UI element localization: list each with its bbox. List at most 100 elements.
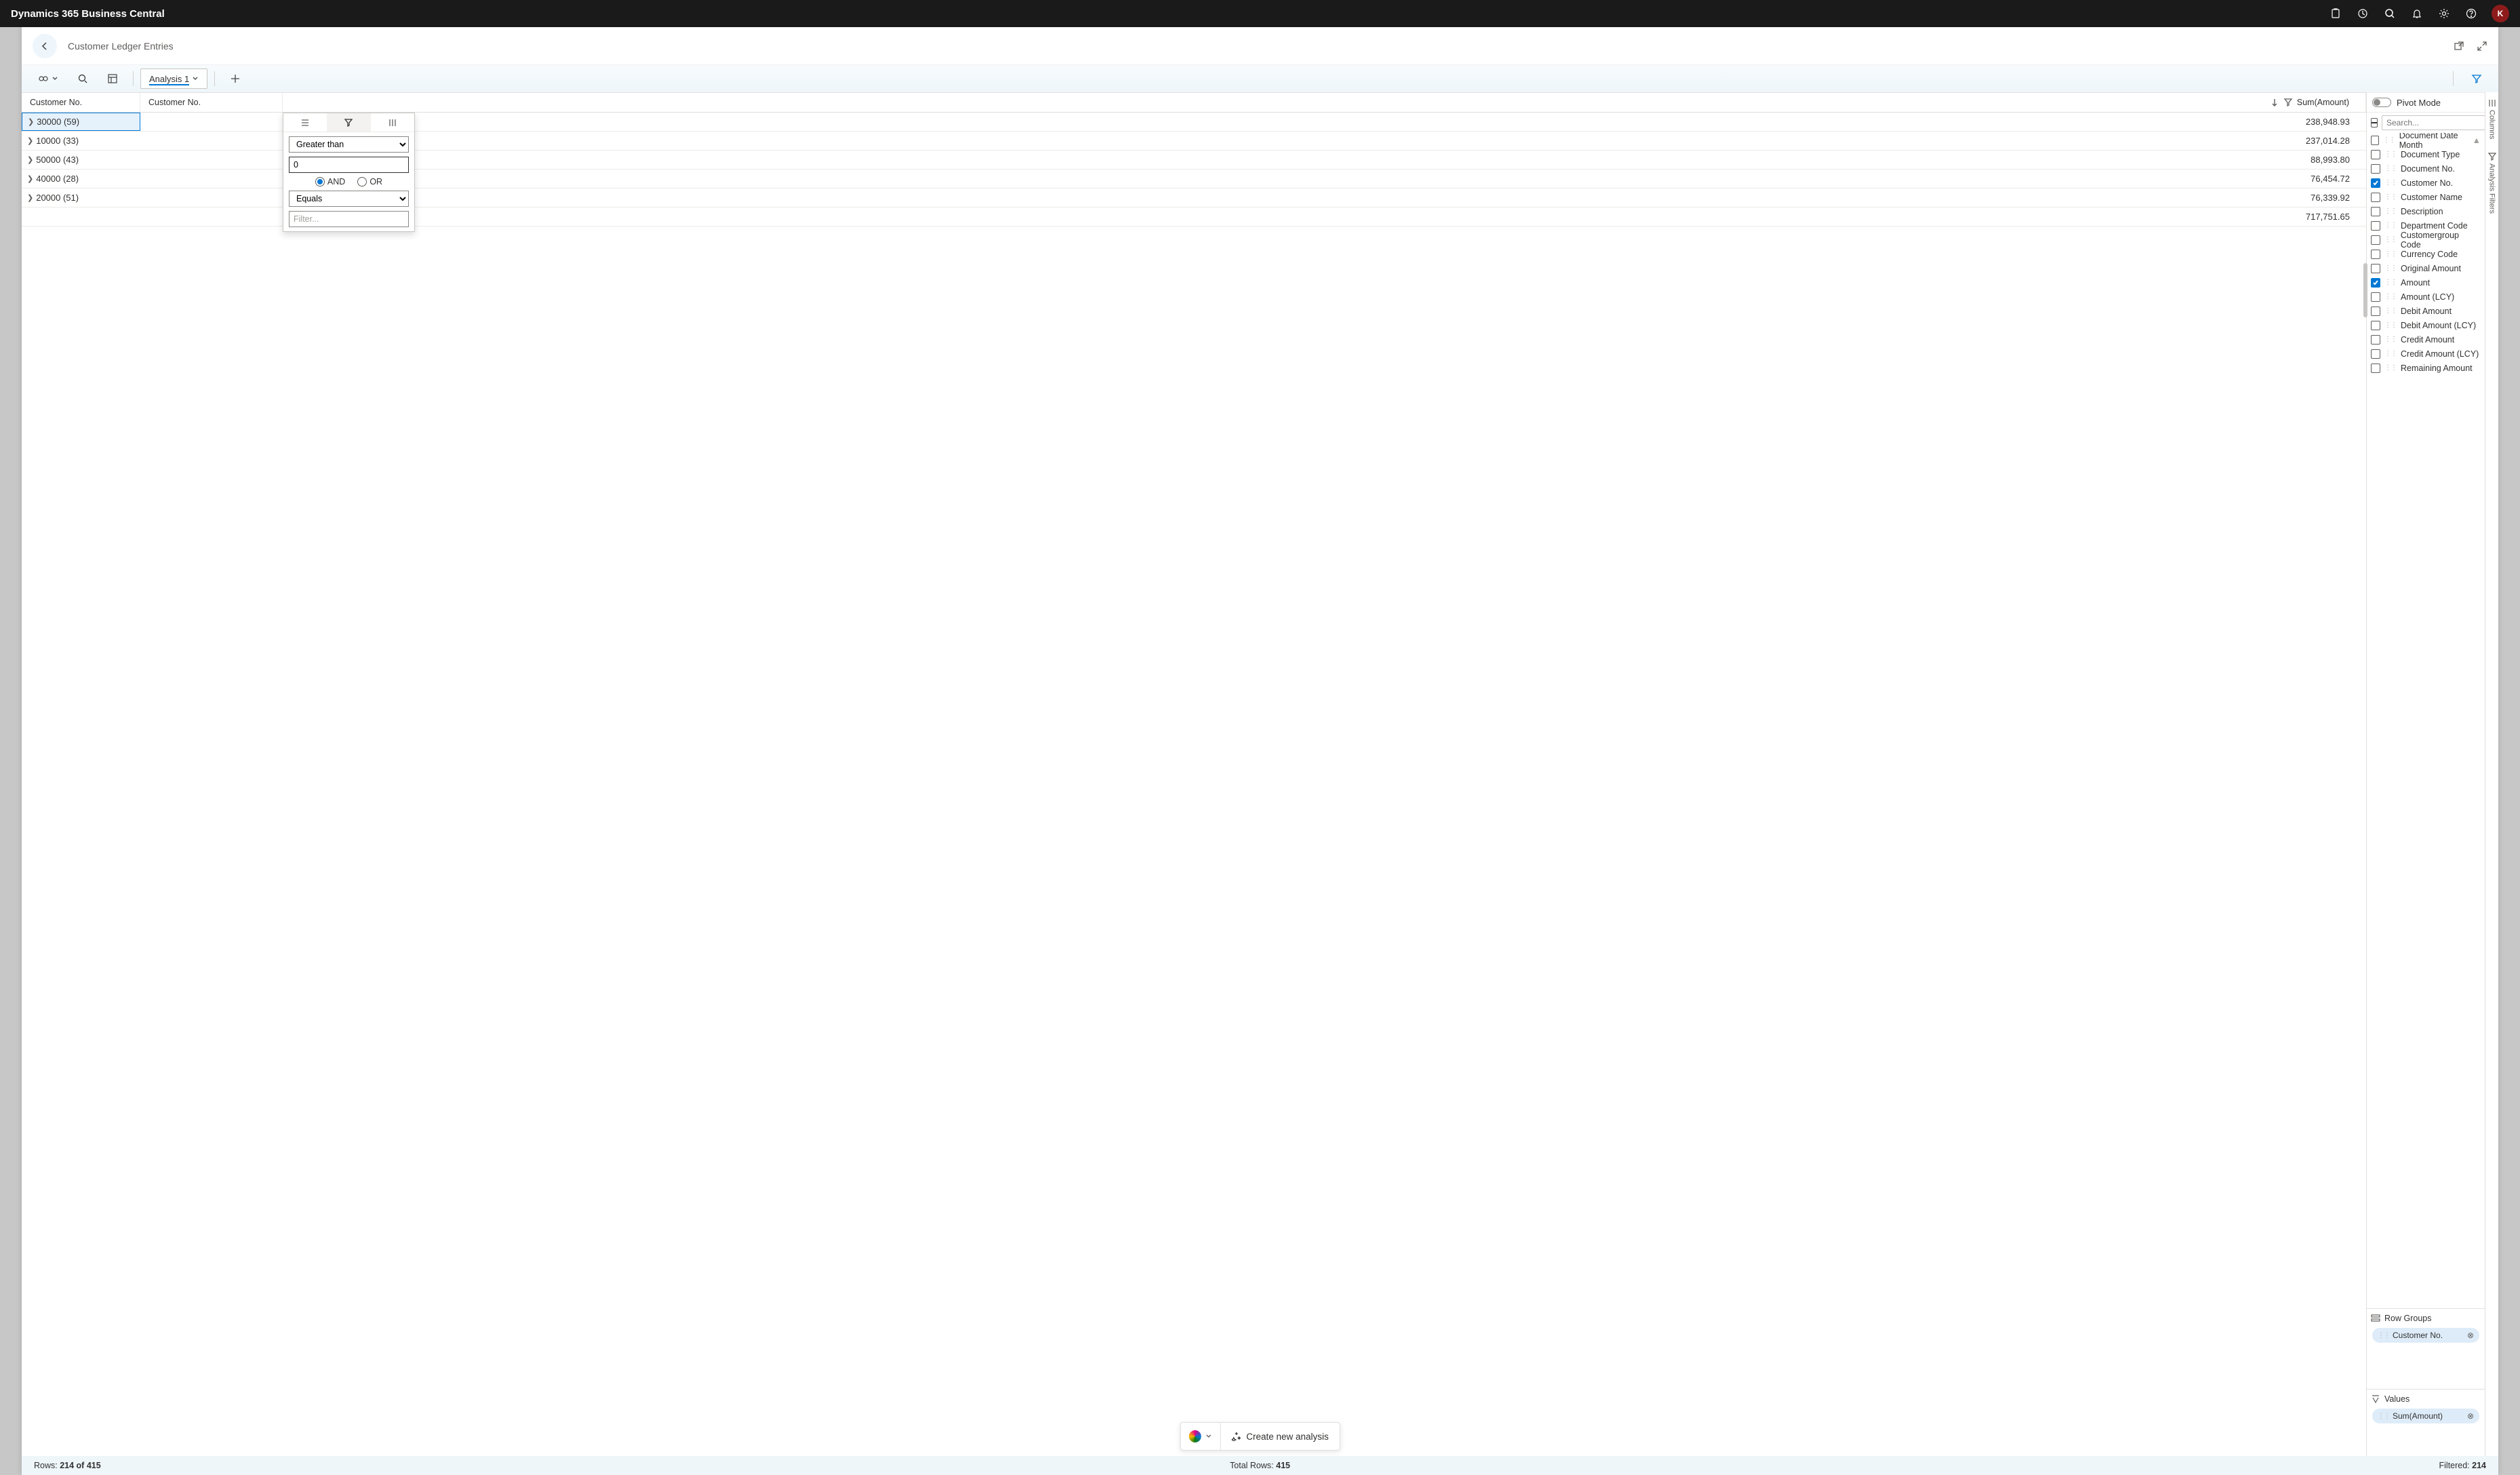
- field-checkbox[interactable]: [2371, 136, 2379, 145]
- field-checkbox[interactable]: [2371, 363, 2380, 373]
- field-row[interactable]: ⋮⋮Description: [2369, 204, 2482, 218]
- header-customer-no[interactable]: Customer No.: [140, 93, 283, 112]
- drag-handle-icon[interactable]: ⋮⋮: [2384, 336, 2397, 343]
- drag-handle-icon[interactable]: ⋮⋮: [2384, 208, 2397, 215]
- field-checkbox[interactable]: [2371, 178, 2380, 188]
- grid-rows: Greater than AND OR Equals: [22, 113, 2366, 1456]
- bell-icon[interactable]: [2410, 7, 2424, 20]
- expand-row-icon[interactable]: ❯: [27, 174, 33, 183]
- field-checkbox[interactable]: [2371, 292, 2380, 302]
- row-groups-chip[interactable]: ⋮⋮Customer No. ⊗: [2372, 1328, 2479, 1343]
- drag-handle-icon[interactable]: ⋮⋮: [2384, 364, 2397, 372]
- sort-desc-icon: [2270, 98, 2279, 107]
- remove-value-icon[interactable]: ⊗: [2467, 1411, 2474, 1421]
- field-row[interactable]: ⋮⋮Credit Amount: [2369, 332, 2482, 347]
- add-tab-button[interactable]: [222, 68, 249, 89]
- header-sum-amount[interactable]: Sum(Amount): [283, 93, 2366, 112]
- help-icon[interactable]: [2464, 7, 2478, 20]
- layout-icon[interactable]: [99, 68, 126, 89]
- field-checkbox[interactable]: [2371, 264, 2380, 273]
- field-row[interactable]: ⋮⋮Original Amount: [2369, 261, 2482, 275]
- field-checkbox[interactable]: [2371, 250, 2380, 259]
- field-row[interactable]: ⋮⋮Debit Amount (LCY): [2369, 318, 2482, 332]
- drag-handle-icon[interactable]: ⋮⋮: [2384, 264, 2397, 272]
- values-chip[interactable]: ⋮⋮Sum(Amount) ⊗: [2372, 1409, 2479, 1423]
- rail-tab-filters[interactable]: Analysis Filters: [2488, 149, 2496, 218]
- filter-tab-menu[interactable]: [283, 113, 327, 132]
- field-row[interactable]: ⋮⋮Amount: [2369, 275, 2482, 290]
- field-row[interactable]: ⋮⋮Debit Amount: [2369, 304, 2482, 318]
- field-checkbox[interactable]: [2371, 335, 2380, 345]
- field-checkbox[interactable]: [2371, 307, 2380, 316]
- field-row[interactable]: ⋮⋮Customergroup Code: [2369, 233, 2482, 247]
- drag-handle-icon[interactable]: ⋮⋮: [2384, 321, 2397, 329]
- drag-handle-icon[interactable]: ⋮⋮: [2384, 279, 2397, 286]
- field-label: Customer Name: [2401, 193, 2462, 202]
- field-row[interactable]: ⋮⋮ Amount (LCY): [2369, 290, 2482, 304]
- copilot-button[interactable]: [1180, 1423, 1220, 1450]
- avatar[interactable]: K: [2492, 5, 2509, 22]
- field-checkbox[interactable]: [2371, 321, 2380, 330]
- gear-icon[interactable]: [2437, 7, 2451, 20]
- filter-tab-columns[interactable]: [371, 113, 414, 132]
- expand-row-icon[interactable]: ❯: [27, 136, 33, 145]
- drag-handle-icon[interactable]: ⋮⋮: [2384, 222, 2397, 229]
- field-checkbox[interactable]: [2371, 207, 2380, 216]
- drag-handle-icon[interactable]: ⋮⋮: [2384, 151, 2397, 158]
- drag-handle-icon[interactable]: ⋮⋮: [2384, 350, 2397, 357]
- filter-op2-select[interactable]: Equals: [289, 191, 409, 207]
- filter-op1-select[interactable]: Greater than: [289, 136, 409, 153]
- field-checkbox[interactable]: [2371, 164, 2380, 174]
- fields-search-input[interactable]: [2382, 115, 2496, 130]
- tab-analysis-1[interactable]: Analysis 1: [140, 68, 207, 89]
- copilot-menu[interactable]: [30, 68, 66, 89]
- filter-tab-filter[interactable]: [327, 113, 370, 132]
- remove-row-group-icon[interactable]: ⊗: [2467, 1331, 2474, 1340]
- clipboard-icon[interactable]: [2329, 7, 2342, 20]
- drag-handle-icon[interactable]: ⋮⋮: [2383, 136, 2395, 144]
- drag-handle-icon[interactable]: ⋮⋮: [2384, 307, 2397, 315]
- panel-scrollbar[interactable]: [2363, 263, 2367, 317]
- header-group-by[interactable]: Customer No.: [22, 93, 140, 112]
- toolbar-search-icon[interactable]: [69, 68, 96, 89]
- drag-handle-icon[interactable]: ⋮⋮: [2384, 179, 2397, 186]
- drag-handle-icon[interactable]: ⋮⋮: [2384, 250, 2397, 258]
- popout-icon[interactable]: [2454, 41, 2464, 52]
- column-headers: Customer No. Customer No. Sum(Amount): [22, 92, 2366, 113]
- field-row[interactable]: ⋮⋮Document Date Month▲: [2369, 133, 2482, 147]
- back-button[interactable]: [33, 34, 57, 58]
- expand-row-icon[interactable]: ❯: [27, 193, 33, 202]
- row-groups-title: Row Groups: [2384, 1314, 2431, 1323]
- field-row[interactable]: ⋮⋮Remaining Amount: [2369, 361, 2482, 375]
- field-checkbox[interactable]: [2371, 349, 2380, 359]
- field-label: Amount (LCY): [2401, 292, 2454, 302]
- filter-toggle-icon[interactable]: [2463, 68, 2490, 89]
- fields-collapse-checkbox[interactable]: [2371, 118, 2378, 127]
- filter-val1-input[interactable]: [289, 157, 409, 173]
- expand-row-icon[interactable]: ❯: [28, 117, 34, 126]
- filter-val2-input[interactable]: [289, 211, 409, 227]
- search-icon[interactable]: [2383, 7, 2397, 20]
- filter-logic-and[interactable]: AND: [315, 177, 345, 186]
- field-row[interactable]: ⋮⋮Customer No.: [2369, 176, 2482, 190]
- field-checkbox[interactable]: [2371, 278, 2380, 288]
- field-row[interactable]: ⋮⋮Document No.: [2369, 161, 2482, 176]
- drag-handle-icon[interactable]: ⋮⋮: [2384, 236, 2397, 243]
- expand-row-icon[interactable]: ❯: [27, 155, 33, 164]
- collapse-icon[interactable]: [2477, 41, 2487, 52]
- drag-handle-icon[interactable]: ⋮⋮: [2384, 165, 2397, 172]
- create-new-analysis-button[interactable]: Create new analysis: [1220, 1423, 1340, 1450]
- field-checkbox[interactable]: [2371, 221, 2380, 231]
- field-checkbox[interactable]: [2371, 193, 2380, 202]
- drag-handle-icon[interactable]: ⋮⋮: [2384, 293, 2397, 300]
- filter-logic-or[interactable]: OR: [357, 177, 382, 186]
- activity-icon[interactable]: [2356, 7, 2369, 20]
- field-checkbox[interactable]: [2371, 150, 2380, 159]
- pivot-mode-toggle[interactable]: [2372, 98, 2391, 107]
- rail-tab-columns[interactable]: Columns: [2488, 95, 2496, 143]
- field-row[interactable]: ⋮⋮Credit Amount (LCY): [2369, 347, 2482, 361]
- group-value: 40000 (28): [36, 174, 79, 184]
- field-row[interactable]: ⋮⋮ Customer Name: [2369, 190, 2482, 204]
- field-checkbox[interactable]: [2371, 235, 2380, 245]
- drag-handle-icon[interactable]: ⋮⋮: [2384, 193, 2397, 201]
